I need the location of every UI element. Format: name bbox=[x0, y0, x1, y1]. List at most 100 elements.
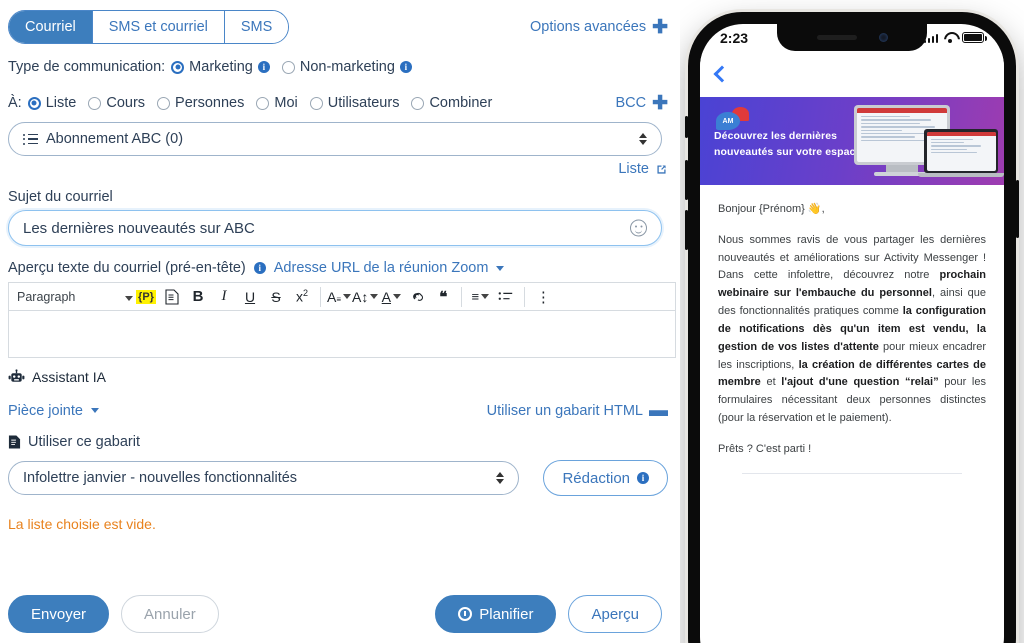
bcc-button[interactable]: BCC ✚ bbox=[615, 94, 668, 113]
cancel-button[interactable]: Annuler bbox=[121, 595, 219, 633]
clock-icon bbox=[458, 607, 473, 621]
preview-label: Aperçu bbox=[591, 605, 639, 623]
radio-marketing-dot[interactable] bbox=[171, 60, 185, 74]
cancel-label: Annuler bbox=[144, 605, 196, 623]
tab-sms-et-courriel[interactable]: SMS et courriel bbox=[92, 11, 225, 43]
subject-input[interactable]: Les dernières nouveautés sur ABC bbox=[8, 210, 662, 246]
toolbar-divider bbox=[320, 286, 321, 307]
radio-cours[interactable]: Cours bbox=[88, 95, 145, 111]
radio-moi-dot[interactable] bbox=[256, 96, 270, 110]
radio-personnes[interactable]: Personnes bbox=[157, 95, 244, 111]
more-options-icon[interactable]: ⋮ bbox=[530, 284, 556, 310]
external-link-icon bbox=[657, 164, 666, 174]
info-icon-preheader[interactable]: i bbox=[253, 262, 266, 274]
radio-combiner-dot[interactable] bbox=[411, 96, 425, 110]
chevron-down-icon bbox=[496, 265, 505, 271]
empty-list-warning: La liste choisie est vide. bbox=[8, 516, 156, 532]
radio-non-marketing-dot[interactable] bbox=[281, 60, 295, 74]
preheader-textarea[interactable] bbox=[9, 311, 675, 357]
radio-utilisateurs[interactable]: Utilisateurs bbox=[309, 95, 399, 111]
subject-value: Les dernières nouveautés sur ABC bbox=[23, 219, 255, 237]
bullet-list-icon[interactable] bbox=[493, 284, 519, 310]
attachment-row: Pièce jointe Utiliser un gabarit HTML ▬ bbox=[8, 401, 668, 420]
info-icon-redaction[interactable]: i bbox=[637, 472, 649, 484]
radio-liste[interactable]: Liste bbox=[27, 95, 76, 111]
channel-tab-group[interactable]: Courriel SMS et courriel SMS bbox=[8, 10, 290, 44]
ai-assistant-button[interactable]: Assistant IA bbox=[8, 369, 668, 385]
chevron-updown-icon[interactable] bbox=[639, 133, 647, 145]
recipients-row: À: Liste Cours Personnes Moi Utilisateur… bbox=[8, 88, 668, 118]
send-button[interactable]: Envoyer bbox=[8, 595, 110, 633]
font-size-icon[interactable]: A≡ bbox=[326, 284, 352, 310]
back-chevron-icon[interactable] bbox=[713, 65, 731, 83]
radio-combiner[interactable]: Combiner bbox=[411, 95, 492, 111]
email-paragraph: Nous sommes ravis de vous partager les d… bbox=[718, 232, 986, 428]
tab-courriel[interactable]: Courriel bbox=[9, 11, 93, 43]
template-select-row: Infolettre janvier - nouvelles fonctionn… bbox=[8, 460, 668, 496]
radio-non-marketing[interactable]: Non-marketing i bbox=[281, 59, 412, 75]
radio-non-marketing-label: Non-marketing bbox=[299, 59, 395, 75]
attachment-dropdown[interactable]: Pièce jointe bbox=[8, 403, 99, 419]
phone-volume-up-button bbox=[685, 160, 688, 200]
underline-icon[interactable]: U bbox=[237, 284, 263, 310]
email-greeting: Bonjour {Prénom} 👋, bbox=[718, 203, 825, 215]
preheader-editor: Paragraph {P} B I U S x2 A≡ A↕ A ❝ ≡ ⋮ bbox=[8, 282, 676, 358]
bold-icon[interactable]: B bbox=[185, 284, 211, 310]
link-icon[interactable] bbox=[404, 284, 430, 310]
paragraph-style-select[interactable]: Paragraph bbox=[17, 290, 133, 304]
line-height-icon[interactable]: A↕ bbox=[352, 284, 379, 310]
use-html-template-label: Utiliser un gabarit HTML bbox=[486, 402, 643, 419]
radio-moi[interactable]: Moi bbox=[256, 95, 298, 111]
align-icon[interactable]: ≡ bbox=[467, 284, 493, 310]
open-list-link[interactable]: Liste bbox=[618, 161, 668, 177]
preview-button[interactable]: Aperçu bbox=[568, 595, 662, 633]
paragraph-style-value: Paragraph bbox=[17, 289, 76, 304]
radio-marketing[interactable]: Marketing i bbox=[171, 59, 270, 75]
zoom-url-dropdown[interactable]: Adresse URL de la réunion Zoom bbox=[274, 260, 505, 276]
toolbar-divider bbox=[524, 286, 526, 307]
info-icon-non-marketing[interactable]: i bbox=[399, 61, 412, 73]
radio-cours-dot[interactable] bbox=[88, 96, 102, 110]
chevron-updown-icon[interactable] bbox=[496, 472, 505, 484]
use-html-template-toggle[interactable]: Utiliser un gabarit HTML ▬ bbox=[487, 401, 668, 420]
redaction-button[interactable]: Rédaction i bbox=[543, 460, 668, 496]
email-banner: AM Découvrez les dernières nouveautés su… bbox=[700, 97, 1004, 185]
ai-assistant-label: Assistant IA bbox=[32, 369, 106, 385]
document-icon[interactable] bbox=[159, 284, 185, 310]
template-select[interactable]: Infolettre janvier - nouvelles fonctionn… bbox=[8, 461, 520, 495]
radio-utilisateurs-dot[interactable] bbox=[309, 96, 323, 110]
status-indicators bbox=[923, 32, 987, 43]
email-form-panel: Courriel SMS et courriel SMS Options ava… bbox=[0, 0, 680, 643]
email-closing: Prêts ? C'est parti ! bbox=[718, 442, 812, 455]
advanced-options-button[interactable]: Options avancées ✚ bbox=[530, 18, 668, 37]
banner-devices-illustration bbox=[848, 101, 1004, 183]
emoji-icon[interactable] bbox=[630, 219, 647, 237]
chevron-down-icon bbox=[125, 295, 133, 301]
strikethrough-icon[interactable]: S bbox=[263, 284, 289, 310]
placeholder-token-button[interactable]: {P} bbox=[133, 284, 159, 310]
activity-messenger-logo: AM bbox=[716, 107, 750, 131]
blockquote-icon[interactable]: ❝ bbox=[430, 284, 456, 310]
superscript-icon[interactable]: x2 bbox=[289, 284, 315, 310]
radio-liste-dot[interactable] bbox=[27, 96, 41, 110]
cellular-signal-icon bbox=[923, 33, 938, 43]
mobile-preview-panel: 2:23 AM Découvrez les dernières nouveaut… bbox=[680, 0, 1024, 643]
plus-icon: ✚ bbox=[652, 16, 668, 38]
radio-personnes-dot[interactable] bbox=[157, 96, 171, 110]
list-select[interactable]: Abonnement ABC (0) bbox=[8, 122, 662, 156]
info-icon-marketing[interactable]: i bbox=[257, 61, 270, 73]
subject-label: Sujet du courriel bbox=[8, 189, 113, 205]
chevron-down-icon bbox=[90, 408, 99, 413]
preheader-row: Aperçu texte du courriel (pré-en-tête) i… bbox=[8, 260, 668, 276]
battery-icon bbox=[962, 32, 987, 43]
preheader-label: Aperçu texte du courriel (pré-en-tête) bbox=[8, 260, 246, 276]
preview-navbar bbox=[700, 51, 1004, 97]
logo-text: AM bbox=[722, 117, 734, 125]
email-divider bbox=[742, 472, 962, 474]
radio-personnes-label: Personnes bbox=[175, 95, 245, 111]
tab-sms[interactable]: SMS bbox=[224, 11, 289, 43]
phone-mockup: 2:23 AM Découvrez les dernières nouveaut… bbox=[685, 12, 1019, 643]
italic-icon[interactable]: I bbox=[211, 284, 237, 310]
schedule-button[interactable]: Planifier bbox=[435, 595, 557, 633]
text-color-icon[interactable]: A bbox=[378, 284, 404, 310]
